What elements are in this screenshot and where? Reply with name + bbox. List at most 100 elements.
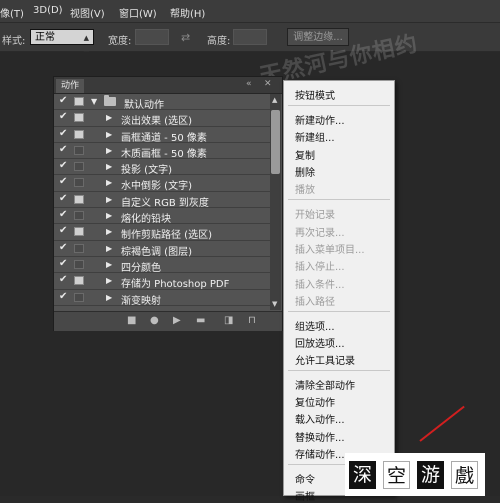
- menu-item[interactable]: 组选项...: [295, 318, 335, 333]
- menu-item[interactable]: 允许工具记录: [295, 352, 355, 367]
- check-icon[interactable]: ✔: [59, 242, 67, 253]
- expand-down-icon[interactable]: ▼: [91, 97, 97, 106]
- dialog-toggle[interactable]: [74, 243, 84, 253]
- dialog-toggle[interactable]: [74, 211, 84, 221]
- menu-item[interactable]: 清除全部动作: [295, 377, 355, 392]
- menu-item[interactable]: 插入停止...: [295, 258, 345, 273]
- menu-item[interactable]: 删除: [295, 164, 315, 179]
- menu-item[interactable]: 载入动作...: [295, 411, 345, 426]
- action-row[interactable]: ✔ ▶ 画框通道 - 50 像素: [54, 127, 270, 144]
- menu-help[interactable]: 帮助(H): [170, 5, 205, 20]
- dialog-toggle[interactable]: [74, 97, 84, 106]
- action-row[interactable]: ✔ ▶ 四分颜色: [54, 257, 270, 274]
- expand-right-icon[interactable]: ▶: [106, 130, 112, 139]
- menu-item[interactable]: 替换动作...: [295, 429, 345, 444]
- expand-right-icon[interactable]: ▶: [106, 211, 112, 220]
- action-set-row[interactable]: ✔ ▼ 默认动作: [54, 94, 270, 111]
- action-row[interactable]: ✔ ▶ 制作剪贴路径 (选区): [54, 224, 270, 242]
- action-row[interactable]: ✔ ▶ 水中倒影 (文字): [54, 175, 270, 193]
- check-icon[interactable]: ✔: [59, 193, 67, 204]
- menu-item[interactable]: 复制: [295, 147, 315, 162]
- style-select[interactable]: 正常 ▲▼: [30, 29, 94, 58]
- menu-window[interactable]: 窗口(W): [119, 5, 157, 20]
- play-icon[interactable]: ▶: [173, 315, 181, 326]
- menu-3d[interactable]: 3D(D): [33, 5, 63, 16]
- menu-view[interactable]: 视图(V): [70, 5, 105, 20]
- close-icon[interactable]: ✕: [264, 79, 272, 89]
- action-row[interactable]: ✔ ▶ 投影 (文字): [54, 159, 270, 176]
- dialog-toggle[interactable]: [74, 129, 84, 139]
- trash-icon[interactable]: ⊓: [248, 315, 256, 326]
- dialog-toggle[interactable]: [74, 227, 84, 237]
- expand-right-icon[interactable]: ▶: [106, 276, 112, 285]
- menu-item[interactable]: 再次记录...: [295, 224, 345, 239]
- dialog-toggle[interactable]: [74, 194, 84, 204]
- menu-item[interactable]: 新建动作...: [295, 112, 345, 127]
- dialog-toggle[interactable]: [74, 259, 84, 269]
- expand-right-icon[interactable]: ▶: [106, 293, 112, 302]
- expand-right-icon[interactable]: ▶: [106, 162, 112, 171]
- action-label: 水中倒影 (文字): [121, 181, 192, 193]
- actions-list: ✔ ▼ 默认动作 ✔ ▶ 淡出效果 (选区) ✔ ▶ 画框通道 - 50 像素 ✔ ▶ 木质画框 - …: [54, 94, 270, 307]
- expand-right-icon[interactable]: ▶: [106, 227, 112, 236]
- menu-item[interactable]: 开始记录: [295, 206, 335, 221]
- dialog-toggle[interactable]: [74, 162, 84, 172]
- collapse-icon[interactable]: «: [246, 79, 252, 89]
- check-icon[interactable]: ✔: [59, 144, 67, 155]
- dialog-toggle[interactable]: [74, 276, 84, 286]
- width-label: 宽度:: [108, 36, 132, 47]
- scroll-up-icon[interactable]: ▲: [272, 96, 277, 104]
- expand-right-icon[interactable]: ▶: [106, 260, 112, 269]
- expand-right-icon[interactable]: ▶: [106, 195, 112, 204]
- record-icon[interactable]: ●: [150, 315, 159, 326]
- action-row[interactable]: ✔ ▶ 存储为 Photoshop PDF: [54, 273, 270, 290]
- check-icon[interactable]: ✔: [59, 291, 67, 302]
- scroll-thumb[interactable]: [271, 110, 280, 174]
- dialog-toggle[interactable]: [74, 292, 84, 302]
- check-icon[interactable]: ✔: [59, 95, 67, 106]
- check-icon[interactable]: ✔: [59, 111, 67, 122]
- action-row[interactable]: ✔ ▶ 渐变映射: [54, 290, 270, 307]
- stop-icon[interactable]: ■: [127, 315, 136, 326]
- menu-item[interactable]: 复位动作: [295, 394, 335, 409]
- tab-actions[interactable]: 动作: [56, 79, 85, 93]
- menu-item[interactable]: 存储动作...: [295, 446, 345, 461]
- action-row[interactable]: ✔ ▶ 自定义 RGB 到灰度: [54, 192, 270, 209]
- dialog-toggle[interactable]: [74, 145, 84, 155]
- menu-item[interactable]: 回放选项...: [295, 335, 345, 350]
- width-input[interactable]: [135, 29, 169, 45]
- dialog-toggle[interactable]: [74, 178, 84, 188]
- check-icon[interactable]: ✔: [59, 209, 67, 220]
- expand-right-icon[interactable]: ▶: [106, 146, 112, 155]
- action-row[interactable]: ✔ ▶ 木质画框 - 50 像素: [54, 143, 270, 160]
- expand-right-icon[interactable]: ▶: [106, 178, 112, 187]
- menu-item[interactable]: 插入路径: [295, 293, 335, 308]
- menu-item[interactable]: 按钮模式: [295, 87, 335, 102]
- action-row[interactable]: ✔ ▶ 棕褐色调 (图层): [54, 241, 270, 258]
- action-row[interactable]: ✔ ▶ 熔化的铅块: [54, 208, 270, 225]
- check-icon[interactable]: ✔: [59, 225, 67, 236]
- swap-icon[interactable]: ⇄: [181, 31, 190, 44]
- menu-item[interactable]: 命令: [295, 471, 315, 486]
- new-action-icon[interactable]: ◨: [224, 315, 233, 326]
- menu-image[interactable]: 像(T): [0, 5, 24, 20]
- action-row[interactable]: ✔ ▶ 淡出效果 (选区): [54, 110, 270, 127]
- menu-bar: 像(T) 3D(D) 视图(V) 窗口(W) 帮助(H): [0, 0, 500, 23]
- menu-item[interactable]: 新建组...: [295, 129, 335, 144]
- check-icon[interactable]: ✔: [59, 258, 67, 269]
- panel-scrollbar[interactable]: ▲ ▼: [270, 94, 281, 310]
- check-icon[interactable]: ✔: [59, 160, 67, 171]
- check-icon[interactable]: ✔: [59, 274, 67, 285]
- check-icon[interactable]: ✔: [59, 128, 67, 139]
- dialog-toggle[interactable]: [74, 113, 84, 123]
- check-icon[interactable]: ✔: [59, 176, 67, 187]
- expand-right-icon[interactable]: ▶: [106, 113, 112, 122]
- menu-item[interactable]: 插入条件...: [295, 276, 345, 291]
- expand-right-icon[interactable]: ▶: [106, 244, 112, 253]
- scroll-down-icon[interactable]: ▼: [272, 300, 277, 308]
- action-label: 制作剪贴路径 (选区): [121, 230, 212, 242]
- new-set-icon[interactable]: ▬: [196, 315, 205, 326]
- menu-item[interactable]: 播放: [295, 181, 315, 196]
- height-input[interactable]: [233, 29, 267, 45]
- menu-item[interactable]: 插入菜单项目...: [295, 241, 365, 256]
